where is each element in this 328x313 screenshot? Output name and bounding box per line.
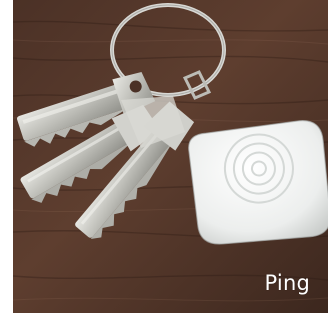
product-photo bbox=[13, 0, 328, 313]
image-frame: Ping bbox=[0, 0, 328, 313]
photo-caption: Ping bbox=[264, 271, 310, 295]
photo-illustration bbox=[13, 0, 328, 313]
tracker-device bbox=[188, 120, 328, 245]
